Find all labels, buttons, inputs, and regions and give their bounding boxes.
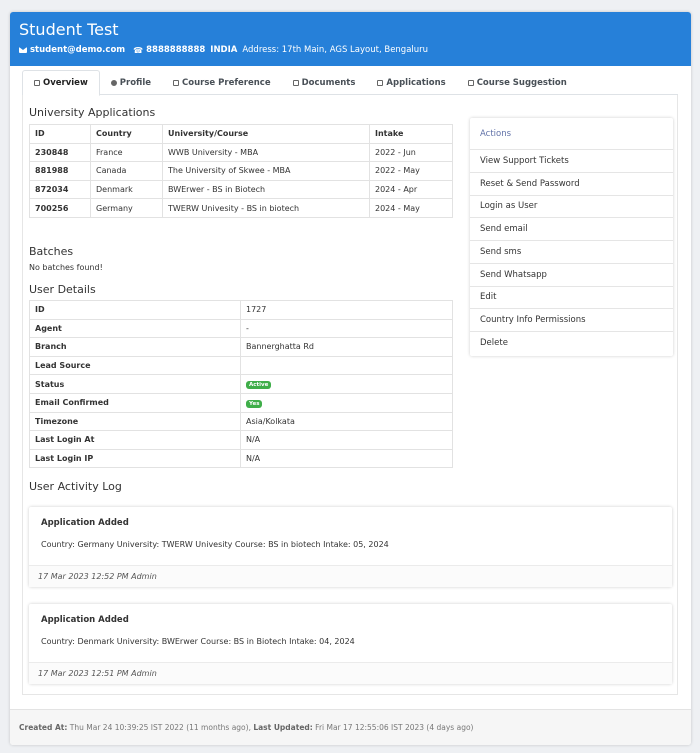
student-phone: 8888888888 [146, 45, 206, 55]
tab-course-preference[interactable]: Course Preference [162, 70, 282, 95]
last-updated-label: Last Updated: [253, 723, 313, 732]
activity-entry-body: Country: Denmark University: BWErwer Cou… [41, 637, 355, 646]
column-header: University/Course [162, 124, 370, 144]
student-name: Student Test [19, 20, 119, 39]
student-country: INDIA [210, 45, 238, 55]
table-row: Email Confirmed Yes [29, 392, 453, 413]
table-row[interactable]: 230848 France WWB University - MBA 2022 … [29, 142, 453, 163]
actions-menu: Actions View Support Tickets Reset & Sen… [470, 118, 673, 356]
activity-log-entry: Application Added Country: Denmark Unive… [29, 604, 672, 684]
folder-icon [292, 79, 299, 86]
file-icon [173, 79, 180, 86]
record-timestamps: Created At: Thu Mar 24 10:39:25 IST 2022… [10, 709, 691, 745]
tab-course-suggestion[interactable]: Course Suggestion [457, 70, 578, 95]
activity-log-title: User Activity Log [29, 480, 122, 493]
action-delete[interactable]: Delete [470, 332, 673, 355]
activity-entry-footer: 17 Mar 2023 12:51 PM Admin [29, 662, 672, 684]
user-details-table: ID 1727 Agent - Branch Bannerghatta Rd Lead… [29, 300, 453, 469]
student-email: student@demo.com [30, 45, 126, 55]
batches-empty-text: No batches found! [29, 263, 103, 272]
table-row[interactable]: 700256 Germany TWERW Univesity - BS in b… [29, 198, 453, 218]
last-updated-value: Fri Mar 17 12:55:06 IST 2023 (4 days ago… [315, 723, 474, 732]
table-row[interactable]: 872034 Denmark BWErwer - BS in Biotech 2… [29, 179, 453, 200]
action-reset-send-password[interactable]: Reset & Send Password [470, 173, 673, 196]
info-icon [110, 79, 117, 86]
activity-entry-footer: 17 Mar 2023 12:52 PM Admin [29, 565, 672, 587]
action-send-sms[interactable]: Send sms [470, 241, 673, 264]
envelope-icon [19, 47, 27, 53]
table-row: ID 1727 [29, 300, 453, 320]
activity-entry-body: Country: Germany University: TWERW Unive… [41, 540, 389, 549]
tab-documents[interactable]: Documents [282, 70, 367, 95]
student-card: Student Test student@demo.com ☎ 88888888… [10, 12, 691, 745]
column-header: Intake [369, 124, 453, 144]
status-badge: Active [246, 381, 272, 390]
table-row: Branch Bannerghatta Rd [29, 337, 453, 357]
table-row: Timezone Asia/Kolkata [29, 411, 453, 432]
column-header: Country [90, 124, 163, 144]
table-row: Status Active [29, 374, 453, 394]
student-header: Student Test student@demo.com ☎ 88888888… [10, 12, 691, 66]
action-view-support-tickets[interactable]: View Support Tickets [470, 150, 673, 173]
table-row: Agent - [29, 318, 453, 339]
actions-title: Actions [470, 118, 673, 150]
profile-tabs: Overview Profile Course Preference Docum… [22, 70, 678, 96]
activity-log-entry: Application Added Country: Germany Unive… [29, 507, 672, 587]
activity-entry-title: Application Added [41, 518, 129, 528]
document-icon [377, 79, 384, 86]
table-row: Last Login At N/A [29, 430, 453, 450]
user-details-title: User Details [29, 283, 96, 296]
tab-overview[interactable]: Overview [22, 70, 100, 96]
activity-entry-title: Application Added [41, 615, 129, 625]
table-row[interactable]: 881988 Canada The University of Skwee - … [29, 161, 453, 181]
table-row: Last Login IP N/A [29, 448, 453, 469]
action-edit[interactable]: Edit [470, 287, 673, 310]
created-at-label: Created At: [19, 723, 68, 732]
student-address: Address: 17th Main, AGS Layout, Bengalur… [242, 45, 429, 55]
action-country-info-permissions[interactable]: Country Info Permissions [470, 309, 673, 332]
student-contact-line: student@demo.com ☎ 8888888888 INDIA Addr… [19, 45, 682, 55]
table-row: Lead Source [29, 355, 453, 376]
column-header: ID [29, 124, 91, 144]
created-at-value: Thu Mar 24 10:39:25 IST 2022 (11 months … [69, 723, 251, 732]
applications-title: University Applications [29, 106, 156, 119]
overview-icon [34, 80, 40, 86]
overview-panel: University Applications ID Country Unive… [22, 95, 678, 695]
table-header-row: ID Country University/Course Intake [29, 124, 453, 144]
tab-profile[interactable]: Profile [100, 70, 162, 95]
action-login-as-user[interactable]: Login as User [470, 196, 673, 219]
action-send-email[interactable]: Send email [470, 218, 673, 241]
applications-table: ID Country University/Course Intake 2308… [29, 124, 453, 218]
tab-applications[interactable]: Applications [366, 70, 456, 95]
suggestion-icon [467, 79, 474, 86]
email-confirmed-badge: Yes [246, 399, 263, 408]
action-send-whatsapp[interactable]: Send Whatsapp [470, 264, 673, 287]
phone-icon: ☎ [133, 45, 144, 55]
batches-title: Batches [29, 245, 74, 258]
